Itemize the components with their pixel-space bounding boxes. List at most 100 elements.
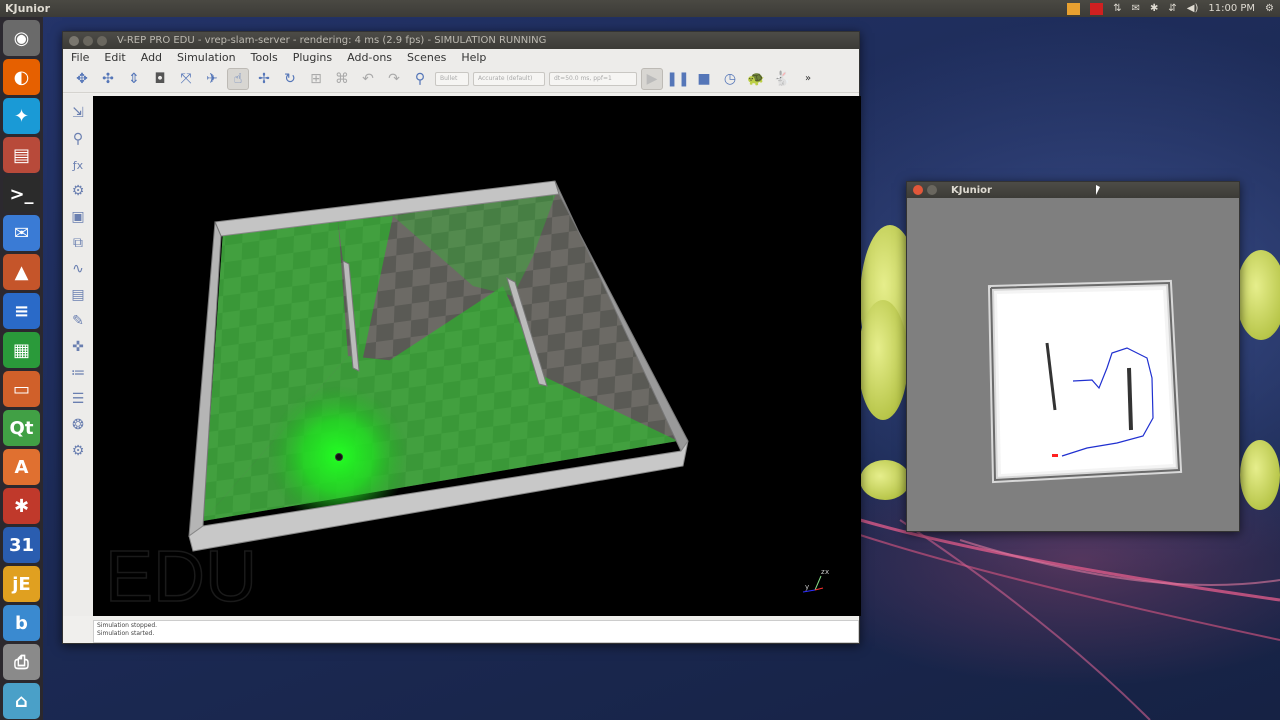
layers-icon[interactable]: ⧉ — [67, 232, 89, 254]
launcher: ◉ ◐ ✦ ▤ >_ ✉ ▲ ≡ ▦ ▭ Qt A ✱ 31 jE b ⎙ ⌂ — [0, 17, 43, 720]
toolbar-overflow-icon[interactable]: » — [797, 68, 819, 90]
status-line: Simulation stopped. — [97, 622, 158, 629]
map-inner-wall — [1127, 367, 1133, 431]
assemble-icon[interactable]: ⊞ — [305, 68, 327, 90]
transfer-dna-icon[interactable]: ⌘ — [331, 68, 353, 90]
network-icon[interactable]: ⇵ — [1168, 3, 1176, 14]
system-tray: ⇅ ✉ ✱ ⇵ ◀) 11:00 PM ⚙ — [1067, 2, 1280, 15]
camera-icon[interactable]: ◘ — [149, 68, 171, 90]
launcher-calendar-icon[interactable]: 31 — [3, 527, 40, 563]
keyboard-icon[interactable]: ⇅ — [1113, 3, 1121, 14]
menu-edit[interactable]: Edit — [104, 51, 125, 64]
realtime-icon[interactable]: ◷ — [719, 68, 741, 90]
close-button[interactable] — [69, 35, 79, 46]
fx-icon[interactable]: ƒx — [67, 154, 89, 176]
physics-engine-select[interactable]: Bullet — [435, 71, 469, 86]
menu-tools[interactable]: Tools — [251, 51, 278, 64]
object-rotate-icon[interactable]: ↻ — [279, 68, 301, 90]
launcher-files-icon[interactable]: ▤ — [3, 137, 40, 173]
launcher-thunderbird-icon[interactable]: ✉ — [3, 215, 40, 251]
play-icon[interactable]: ▶ — [641, 67, 663, 90]
launcher-scanner-icon[interactable]: ⌂ — [3, 683, 40, 719]
timestep-select[interactable]: dt=50.0 ms, ppf=1 — [549, 71, 637, 86]
vrep-window-title: V-REP PRO EDU - vrep-slam-server - rende… — [117, 35, 547, 46]
launcher-writer-icon[interactable]: ≡ — [3, 293, 40, 329]
launcher-bleachbit-icon[interactable]: b — [3, 605, 40, 641]
vrep-left-toolbar: ⇲ ⚲ ƒx ⚙ ▣ ⧉ ∿ ▤ ✎ ✜ ≔ ☰ ❂ ⚙ — [63, 94, 93, 616]
launcher-ubuntu-dash-icon[interactable]: ◉ — [3, 20, 40, 56]
cursor-select-icon[interactable]: ⇲ — [67, 102, 89, 124]
scene-viewport[interactable]: EDU z x y — [93, 96, 861, 616]
launcher-calc-icon[interactable]: ▦ — [3, 332, 40, 368]
accuracy-select[interactable]: Accurate (default) — [473, 71, 545, 86]
edu-watermark: EDU — [105, 537, 257, 616]
zoom-icon[interactable]: ⚲ — [67, 128, 89, 150]
camera-fly-icon[interactable]: ✈ — [201, 68, 223, 90]
alert-icon[interactable] — [1090, 2, 1104, 15]
launcher-firefox-icon[interactable]: ◐ — [3, 59, 40, 95]
maximize-button[interactable] — [97, 35, 107, 46]
menu-file[interactable]: File — [71, 51, 89, 64]
launcher-impress-icon[interactable]: ▭ — [3, 371, 40, 407]
robot — [335, 453, 343, 461]
mouse-cursor — [1096, 185, 1100, 195]
fit-to-view-icon[interactable]: ⤧ — [175, 68, 197, 90]
menu-plugins[interactable]: Plugins — [293, 51, 332, 64]
click-select-icon[interactable]: ☝ — [227, 67, 249, 90]
redo-icon[interactable]: ↷ — [383, 68, 405, 90]
launcher-system-settings-icon[interactable]: ✱ — [3, 488, 40, 524]
vertex-edit-icon[interactable]: ⚲ — [409, 68, 431, 90]
update-icon[interactable] — [1067, 2, 1081, 15]
launcher-matlab-icon[interactable]: ▲ — [3, 254, 40, 290]
menu-help[interactable]: Help — [461, 51, 486, 64]
menu-addons[interactable]: Add-ons — [347, 51, 392, 64]
minimize-button[interactable] — [927, 185, 937, 195]
kjunior-titlebar[interactable]: KJunior — [907, 182, 1239, 198]
gear-icon[interactable]: ⚙ — [1265, 3, 1274, 14]
status-bar: Simulation stopped. Simulation started. — [93, 620, 859, 643]
calc-module-icon[interactable]: ❂ — [67, 414, 89, 436]
launcher-printer-icon[interactable]: ⎙ — [3, 644, 40, 680]
path-icon[interactable]: ∿ — [67, 258, 89, 280]
camera-rotate-icon[interactable]: ✣ — [97, 68, 119, 90]
close-button[interactable] — [913, 185, 923, 195]
script-icon[interactable]: ▤ — [67, 284, 89, 306]
kjunior-window: KJunior — [906, 181, 1240, 532]
launcher-qt-creator-icon[interactable]: Qt — [3, 410, 40, 446]
volume-icon[interactable]: ◀) — [1187, 3, 1199, 14]
vrep-titlebar[interactable]: V-REP PRO EDU - vrep-slam-server - rende… — [63, 32, 859, 49]
hierarchy-icon[interactable]: ≔ — [67, 362, 89, 384]
launcher-terminal-icon[interactable]: >_ — [3, 176, 40, 212]
model-icon[interactable]: ✜ — [67, 336, 89, 358]
camera-pan-icon[interactable]: ✥ — [71, 68, 93, 90]
menu-add[interactable]: Add — [141, 51, 162, 64]
mail-icon[interactable]: ✉ — [1132, 3, 1140, 14]
stop-icon[interactable]: ■ — [693, 68, 715, 90]
undo-icon[interactable]: ↶ — [357, 68, 379, 90]
top-panel: KJunior ⇅ ✉ ✱ ⇵ ◀) 11:00 PM ⚙ — [0, 0, 1280, 17]
slower-icon[interactable]: 🐢 — [745, 68, 767, 90]
launcher-software-center-icon[interactable]: A — [3, 449, 40, 485]
camera-shift-icon[interactable]: ⇕ — [123, 68, 145, 90]
page-icon[interactable]: ▣ — [67, 206, 89, 228]
faster-icon[interactable]: 🐇 — [771, 68, 793, 90]
menu-scenes[interactable]: Scenes — [407, 51, 446, 64]
launcher-java-ide-icon[interactable]: jE — [3, 566, 40, 602]
kjunior-window-title: KJunior — [951, 184, 992, 196]
status-line: Simulation started. — [97, 630, 155, 637]
menu-simulation[interactable]: Simulation — [177, 51, 236, 64]
svg-text:x: x — [825, 568, 829, 576]
dynamics-icon[interactable]: ✎ — [67, 310, 89, 332]
vrep-window: V-REP PRO EDU - vrep-slam-server - rende… — [62, 31, 861, 644]
scene-render: EDU z x y — [104, 180, 829, 616]
pause-icon[interactable]: ❚❚ — [666, 68, 689, 90]
object-shift-icon[interactable]: ✢ — [253, 68, 275, 90]
launcher-app-runner-icon[interactable]: ✦ — [3, 98, 40, 134]
settings-icon[interactable]: ⚙ — [67, 440, 89, 462]
bluetooth-icon[interactable]: ✱ — [1150, 3, 1158, 14]
shape-edit-icon[interactable]: ⚙ — [67, 180, 89, 202]
minimize-button[interactable] — [83, 35, 93, 46]
slam-map — [907, 198, 1239, 531]
clock[interactable]: 11:00 PM — [1208, 3, 1255, 14]
stack-icon[interactable]: ☰ — [67, 388, 89, 410]
